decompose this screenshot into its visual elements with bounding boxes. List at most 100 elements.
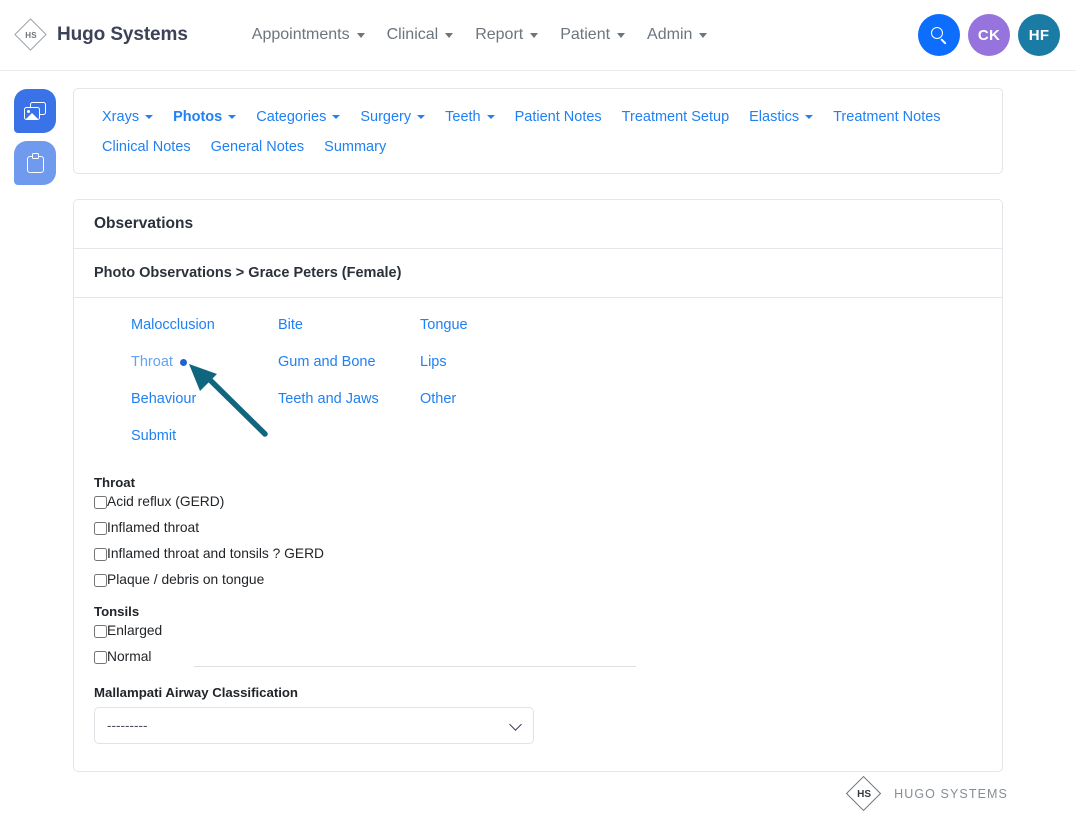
search-icon (931, 27, 948, 44)
checkbox-inflamed-throat-and-tonsils[interactable] (94, 548, 107, 561)
chevron-down-icon (228, 115, 236, 119)
mallampati-label: Mallampati Airway Classification (94, 685, 654, 700)
tab-categories[interactable]: Categories (246, 103, 350, 131)
mallampati-select[interactable]: --------- (94, 707, 534, 744)
module-tabs: Xrays Photos Categories Surgery Teeth Pa… (74, 89, 1002, 161)
checkbox-label[interactable]: Normal (107, 649, 151, 665)
diamond-logo-icon: HS (14, 18, 48, 52)
checkbox-label[interactable]: Acid reflux (GERD) (107, 494, 224, 510)
footer: HS HUGO SYSTEMS (846, 776, 1008, 812)
tab-label: Teeth (445, 109, 480, 125)
nav-item-label: Patient (560, 26, 610, 44)
breadcrumb: Photo Observations > Grace Peters (Femal… (74, 249, 1002, 298)
top-navbar: HS Hugo Systems Appointments Clinical Re… (0, 0, 1076, 71)
brand[interactable]: HS Hugo Systems (14, 18, 188, 52)
navbar-actions: CK HF (918, 14, 1060, 56)
tab-label: Patient Notes (515, 109, 602, 125)
avatar-hf[interactable]: HF (1018, 14, 1060, 56)
main-nav: Appointments Clinical Report Patient Adm… (241, 20, 719, 50)
checkbox-acid-reflux[interactable] (94, 496, 107, 509)
tab-label: Summary (324, 139, 386, 155)
tab-general-notes[interactable]: General Notes (201, 133, 315, 161)
observation-links: Malocclusion Bite Tongue Throat Gum and … (131, 317, 551, 444)
throat-group-title: Throat (94, 475, 654, 490)
obs-link-submit[interactable]: Submit (131, 428, 278, 444)
tab-patient-notes[interactable]: Patient Notes (505, 103, 612, 131)
obs-link-tongue[interactable]: Tongue (420, 317, 551, 333)
tab-clinical-notes[interactable]: Clinical Notes (92, 133, 201, 161)
checkbox-normal[interactable] (94, 651, 107, 664)
checkbox-label[interactable]: Inflamed throat (107, 520, 199, 536)
obs-link-label: Lips (420, 354, 447, 370)
tab-treatment-notes[interactable]: Treatment Notes (823, 103, 950, 131)
obs-link-label: Other (420, 391, 456, 407)
tab-label: Surgery (360, 109, 411, 125)
footer-logo-mark: HS (857, 789, 871, 800)
avatar-ck[interactable]: CK (968, 14, 1010, 56)
checkbox-row: Plaque / debris on tongue (94, 572, 654, 588)
tab-label: Treatment Setup (622, 109, 729, 125)
nav-item-label: Clinical (387, 26, 439, 44)
checkbox-row: Normal (94, 649, 654, 665)
chevron-down-icon (417, 115, 425, 119)
nav-item-report[interactable]: Report (464, 20, 549, 50)
checkbox-plaque-debris-on-tongue[interactable] (94, 574, 107, 587)
checkbox-row: Acid reflux (GERD) (94, 494, 654, 510)
tab-label: Categories (256, 109, 326, 125)
chevron-down-icon (445, 33, 453, 38)
nav-item-patient[interactable]: Patient (549, 20, 636, 50)
rail-button-clipboard[interactable] (14, 141, 56, 185)
nav-item-label: Report (475, 26, 523, 44)
photos-icon (24, 102, 46, 120)
brand-name: Hugo Systems (57, 24, 188, 46)
tonsils-group-title: Tonsils (94, 604, 654, 619)
tab-teeth[interactable]: Teeth (435, 103, 504, 131)
mallampati-select-wrap: --------- (94, 707, 534, 744)
chevron-down-icon (357, 33, 365, 38)
status-dot-icon (180, 359, 187, 366)
tab-treatment-setup[interactable]: Treatment Setup (612, 103, 739, 131)
tab-elastics[interactable]: Elastics (739, 103, 823, 131)
obs-link-label: Teeth and Jaws (278, 391, 379, 407)
checkbox-enlarged[interactable] (94, 625, 107, 638)
obs-link-malocclusion[interactable]: Malocclusion (131, 317, 278, 333)
avatar-initials: CK (978, 27, 1000, 44)
obs-link-throat[interactable]: Throat (131, 354, 278, 370)
obs-link-other[interactable]: Other (420, 391, 551, 407)
tab-label: Xrays (102, 109, 139, 125)
chevron-down-icon (805, 115, 813, 119)
obs-link-lips[interactable]: Lips (420, 354, 551, 370)
logo-mark-text: HS (25, 31, 37, 40)
observation-form: Throat Acid reflux (GERD) Inflamed throa… (94, 475, 654, 744)
chevron-down-icon (699, 33, 707, 38)
tab-label: Clinical Notes (102, 139, 191, 155)
nav-item-appointments[interactable]: Appointments (241, 20, 376, 50)
chevron-down-icon (530, 33, 538, 38)
tab-photos[interactable]: Photos (163, 103, 246, 131)
obs-link-bite[interactable]: Bite (278, 317, 420, 333)
page-title: Observations (74, 200, 1002, 249)
obs-link-gum-and-bone[interactable]: Gum and Bone (278, 354, 420, 370)
obs-link-teeth-and-jaws[interactable]: Teeth and Jaws (278, 391, 420, 407)
search-button[interactable] (918, 14, 960, 56)
rail-button-photos[interactable] (14, 89, 56, 133)
checkbox-row: Inflamed throat (94, 520, 654, 536)
tab-surgery[interactable]: Surgery (350, 103, 435, 131)
obs-link-behaviour[interactable]: Behaviour (131, 391, 278, 407)
nav-item-clinical[interactable]: Clinical (376, 20, 465, 50)
checkbox-label[interactable]: Inflamed throat and tonsils ? GERD (107, 546, 324, 562)
checkbox-row: Inflamed throat and tonsils ? GERD (94, 546, 654, 562)
checkbox-inflamed-throat[interactable] (94, 522, 107, 535)
checkbox-row: Enlarged (94, 623, 654, 639)
chevron-down-icon (145, 115, 153, 119)
module-tabs-card: Xrays Photos Categories Surgery Teeth Pa… (73, 88, 1003, 174)
checkbox-label[interactable]: Enlarged (107, 623, 162, 639)
obs-link-label: Malocclusion (131, 317, 215, 333)
avatar-initials: HF (1029, 27, 1050, 44)
checkbox-label[interactable]: Plaque / debris on tongue (107, 572, 264, 588)
nav-item-label: Appointments (252, 26, 350, 44)
nav-item-admin[interactable]: Admin (636, 20, 718, 50)
tab-label: Elastics (749, 109, 799, 125)
tab-summary[interactable]: Summary (314, 133, 396, 161)
tab-xrays[interactable]: Xrays (92, 103, 163, 131)
